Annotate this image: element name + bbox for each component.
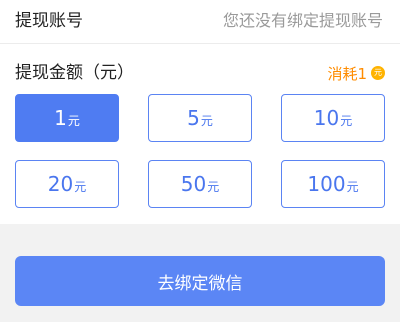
amount-option-value: 100: [307, 172, 346, 196]
amount-option-1[interactable]: 1元: [15, 94, 119, 142]
amount-option-50[interactable]: 50 元: [148, 160, 252, 208]
withdraw-amount-section: 提现金额（元） 消耗1 元 1元 5元 10 元 20 元 50 元 100 元: [0, 44, 400, 224]
amount-option-unit: 元: [200, 114, 213, 128]
withdraw-account-label: 提现账号: [15, 11, 83, 31]
amount-option-unit: 元: [67, 114, 80, 128]
amount-option-value: 50: [180, 172, 207, 196]
amount-option-value: 5: [187, 106, 200, 130]
bind-wechat-button[interactable]: 去绑定微信: [15, 256, 385, 306]
cost-label: 消耗1: [327, 64, 367, 83]
amount-option-value: 1: [54, 106, 67, 130]
withdraw-account-row[interactable]: 提现账号 您还没有绑定提现账号: [0, 0, 400, 44]
amount-option-unit: 元: [340, 114, 353, 128]
withdraw-amount-label: 提现金额（元）: [15, 63, 134, 83]
amount-option-value: 20: [47, 172, 74, 196]
amount-option-unit: 元: [74, 180, 87, 194]
withdraw-page: 提现账号 您还没有绑定提现账号 提现金额（元） 消耗1 元 1元 5元 10 元 …: [0, 0, 400, 322]
amount-option-unit: 元: [207, 180, 220, 194]
withdraw-account-status: 您还没有绑定提现账号: [222, 11, 383, 30]
amount-option-unit: 元: [346, 180, 359, 194]
amount-option-20[interactable]: 20 元: [15, 160, 119, 208]
amount-option-value: 10: [313, 106, 340, 130]
amount-option-100[interactable]: 100 元: [281, 160, 385, 208]
cost-indicator: 消耗1 元: [327, 62, 385, 84]
amount-option-5[interactable]: 5元: [148, 94, 252, 142]
amount-option-10[interactable]: 10 元: [281, 94, 385, 142]
coin-icon: 元: [371, 66, 385, 80]
